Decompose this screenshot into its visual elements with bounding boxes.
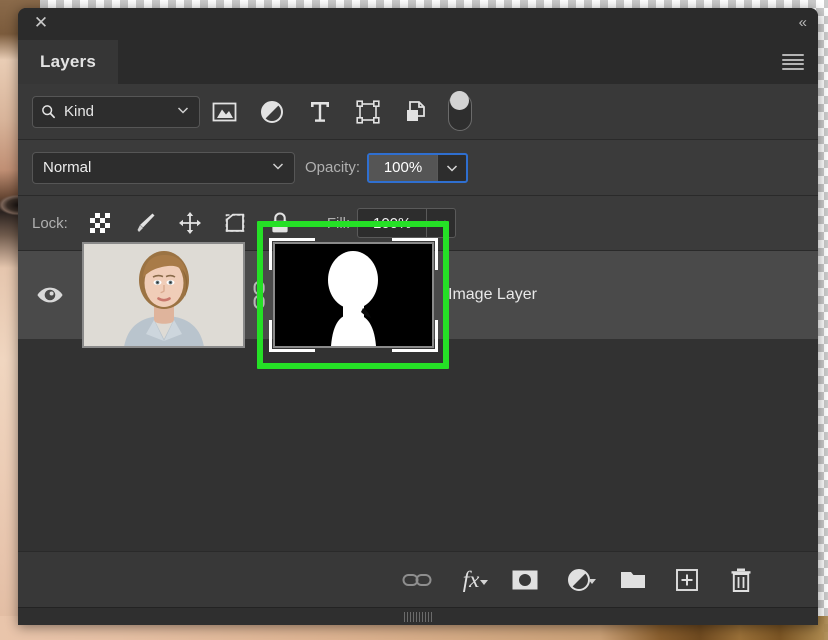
fill-slider-toggle[interactable] [427, 209, 455, 237]
new-group-button[interactable] [606, 569, 660, 591]
image-icon [212, 102, 236, 121]
menu-line [782, 67, 804, 70]
opacity-slider-toggle[interactable] [438, 155, 466, 181]
chain-link-icon [253, 280, 265, 310]
lock-transparent-pixels[interactable] [78, 212, 123, 234]
opacity-input[interactable]: 100% [369, 154, 438, 181]
opacity-label: Opacity: [305, 159, 361, 176]
double-chevron-left-icon[interactable]: « [799, 13, 807, 33]
add-layer-mask-button[interactable] [498, 569, 552, 591]
resize-grip[interactable] [404, 612, 432, 622]
shape-bounds-icon [356, 99, 380, 124]
layer-mask-thumbnail[interactable] [269, 238, 438, 352]
tab-layers-label: Layers [40, 52, 97, 71]
tab-layers[interactable]: Layers [18, 40, 119, 84]
delete-layer-button[interactable] [714, 567, 768, 593]
fill-input[interactable]: 100% [358, 209, 426, 237]
chevron-down-icon [436, 220, 447, 227]
mask-icon [512, 570, 538, 589]
table-row[interactable]: Image Layer [18, 221, 818, 369]
padlock-icon [272, 212, 288, 233]
panel-titlebar: ✕ « [18, 8, 818, 40]
lock-label: Lock: [32, 214, 68, 232]
plus-square-icon [676, 568, 698, 591]
lock-position[interactable] [168, 211, 213, 235]
eye-icon [37, 287, 63, 303]
checkerboard-icon [90, 213, 111, 233]
brush-icon [137, 213, 155, 232]
lock-all[interactable] [258, 211, 303, 235]
menu-triangle-icon [480, 579, 488, 585]
artboard-icon [226, 213, 245, 232]
layer-name-label[interactable]: Image Layer [448, 286, 537, 304]
portrait-photo-art [84, 244, 243, 346]
filter-type-layers[interactable] [296, 100, 344, 124]
adjustment-circle-icon [261, 100, 283, 123]
filter-shape-layers[interactable] [344, 99, 392, 124]
lock-image-pixels[interactable] [123, 211, 168, 235]
layer-filter-row: Kind [18, 84, 818, 140]
fill-field-group[interactable]: 100% [357, 208, 457, 238]
layers-bottom-toolbar: fx [18, 551, 818, 607]
chevron-down-icon [447, 164, 458, 172]
toggle-knob [450, 90, 469, 110]
tabstrip-filler [118, 40, 818, 84]
panel-menu-icon[interactable] [782, 54, 804, 70]
link-layers-button[interactable] [390, 571, 444, 589]
filter-adjustment-layers[interactable] [248, 100, 296, 124]
folder-icon [621, 571, 645, 588]
blend-mode-value: Normal [43, 159, 92, 176]
mask-selection-brackets [269, 238, 438, 352]
menu-line [782, 54, 804, 56]
filter-kind-select[interactable]: Kind [32, 95, 200, 128]
fx-icon: fx [462, 566, 480, 592]
portrait-photo-thumbnail[interactable] [82, 242, 245, 348]
chevron-down-icon [272, 162, 284, 170]
smart-object-icon [407, 100, 425, 121]
menu-line [782, 63, 804, 66]
layer-list: Image Layer [18, 221, 818, 551]
chain-link-icon [402, 573, 432, 586]
panel-tabstrip: Layers [18, 40, 818, 84]
move-arrows-icon [179, 212, 202, 234]
type-t-icon [311, 101, 329, 122]
filter-enable-toggle[interactable] [448, 90, 472, 131]
layer-visibility-toggle[interactable] [18, 286, 82, 304]
layer-mask-cell[interactable] [257, 221, 449, 369]
close-icon[interactable]: ✕ [32, 14, 50, 32]
fill-label: Fill: [326, 214, 351, 232]
blend-mode-row: Normal Opacity: 100% [18, 140, 818, 196]
new-fill-adjustment-layer-button[interactable] [552, 568, 606, 592]
filter-kind-label: Kind [64, 103, 95, 120]
search-icon [42, 105, 55, 119]
filter-pixel-layers[interactable] [200, 101, 248, 123]
panel-resize-strip[interactable] [18, 607, 818, 625]
blend-mode-select[interactable]: Normal [32, 151, 295, 184]
layer-styles-button[interactable]: fx [444, 567, 498, 593]
lock-artboard-nesting[interactable] [213, 211, 258, 235]
trash-icon [731, 568, 751, 592]
opacity-field-group[interactable]: 100% [367, 152, 469, 183]
menu-line [782, 58, 804, 61]
filter-smart-objects[interactable] [392, 100, 440, 124]
chevron-down-icon [177, 106, 189, 114]
layers-panel: ✕ « Layers Kind Normal Opacity: 100% Loc… [18, 8, 818, 625]
menu-triangle-icon [588, 578, 596, 584]
new-layer-button[interactable] [660, 568, 714, 592]
